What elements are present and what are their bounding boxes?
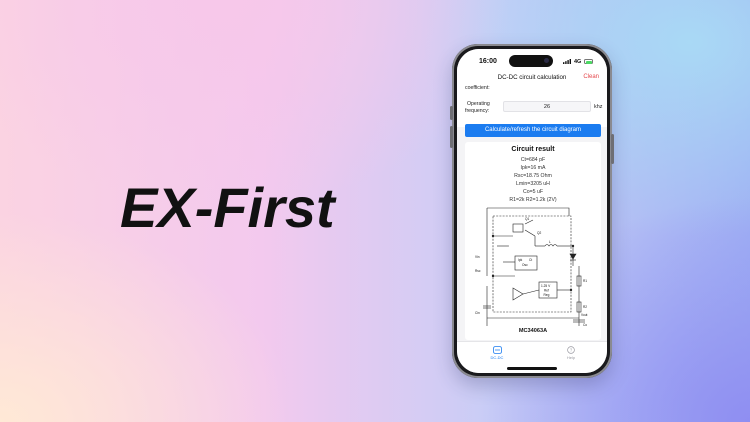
network-type: 4G — [574, 59, 582, 65]
signal-icon — [563, 59, 571, 64]
diagram-co-label: Co — [583, 323, 587, 327]
volume-up-button — [450, 106, 453, 120]
tab-help[interactable]: ? Help — [551, 346, 591, 360]
diagram-r2-label: R2 — [583, 305, 587, 309]
chip-label: MC34063A — [518, 328, 548, 334]
nav-bar: DC-DC circuit calculation Clean — [457, 71, 607, 85]
home-indicator — [507, 367, 557, 370]
help-icon: ? — [567, 346, 575, 354]
diagram-reg-label: Reg — [544, 293, 550, 297]
result-rsc: Rsc=18.75 Ohm — [514, 173, 552, 179]
result-card: Circuit result Ct=684 pF Ipk=16 mA Rsc=1… — [465, 142, 601, 340]
result-ipk: Ipk=16 mA — [520, 165, 546, 171]
result-resistors: R1=2k R2=1.2k (2V) — [509, 197, 557, 203]
battery-icon — [584, 59, 593, 64]
hero-title: EX-First — [120, 176, 335, 239]
tab-dcdc-label: DC-DC — [490, 355, 504, 360]
parameter-form: coefficient: Operating frequency: 26 khz — [457, 85, 607, 127]
diagram-vin-label: Vin — [475, 255, 480, 259]
power-button — [611, 134, 614, 164]
circuit-diagram: 1.25 V Ref Reg Osc Ct Ipk Vin Vout Co R1… — [475, 207, 587, 327]
diagram-ipk-label: Ipk — [518, 258, 523, 262]
phone-screen: 16:00 4G DC-DC circuit calculation Clean… — [457, 49, 607, 373]
svg-text:?: ? — [570, 348, 573, 353]
diagram-r1-label: R1 — [583, 279, 587, 283]
result-title: Circuit result — [511, 146, 555, 153]
result-ct: Ct=684 pF — [520, 157, 546, 163]
diagram-l-label: L — [549, 240, 551, 244]
status-time: 16:00 — [479, 58, 497, 65]
diagram-q1-label: Q1 — [525, 217, 529, 221]
diagram-cin-label: Cin — [475, 311, 480, 315]
diagram-ref2-label: Ref — [544, 289, 549, 293]
circuit-board-icon — [492, 346, 502, 354]
dynamic-island — [509, 55, 553, 67]
frequency-unit: khz — [594, 103, 603, 110]
diagram-ref-label: 1.25 V — [541, 284, 551, 288]
frequency-label-line2: frequency: — [465, 107, 490, 114]
clean-button[interactable]: Clean — [583, 74, 599, 80]
result-co: Co=5 uF — [522, 189, 544, 195]
result-lmin: Lmin=3205 uH — [516, 181, 550, 187]
diagram-q2-label: Q2 — [537, 231, 541, 235]
status-bar: 16:00 4G — [457, 49, 607, 71]
diagram-rsc-label: Rsc — [475, 269, 481, 273]
calculate-button[interactable]: Calculate/refresh the circuit diagram — [465, 124, 601, 137]
diagram-ct-label: Ct — [529, 258, 532, 262]
phone-frame: 16:00 4G DC-DC circuit calculation Clean… — [450, 44, 614, 378]
tab-dcdc[interactable]: DC-DC — [477, 346, 517, 360]
coefficient-label: coefficient: — [465, 85, 490, 91]
diagram-vout-label: Vout — [581, 313, 587, 317]
frequency-input[interactable]: 26 — [503, 101, 591, 112]
tab-help-label: Help — [566, 355, 576, 360]
diagram-osc-label: Osc — [522, 263, 528, 267]
volume-down-button — [450, 126, 453, 148]
